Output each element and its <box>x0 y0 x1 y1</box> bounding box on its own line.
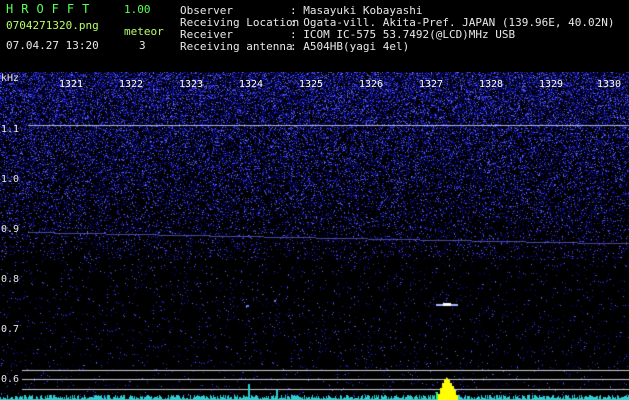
header-panel: HROFFT 1.00 0704271320.png meteor 07.04.… <box>0 0 629 72</box>
spectrogram-canvas <box>0 72 629 400</box>
info-label-antenna: Receiving antenna <box>180 40 293 53</box>
time-tick-1328: 1328 <box>479 79 504 90</box>
meteor-label: meteor <box>124 25 164 38</box>
info-value-antenna: : A504HB(yagi 4el) <box>290 40 410 53</box>
time-tick-1327: 1327 <box>419 79 444 90</box>
time-tick-1325: 1325 <box>299 79 324 90</box>
time-tick-1322: 1322 <box>119 79 144 90</box>
meteor-count: 3 <box>139 39 146 52</box>
time-tick-1329: 1329 <box>539 79 564 90</box>
filename: 0704271320.png <box>6 19 99 32</box>
time-tick-1321: 1321 <box>59 79 84 90</box>
time-tick-1323: 1323 <box>179 79 204 90</box>
app-version: 1.00 <box>124 3 151 16</box>
freq-tick-0-8: 0.8 <box>1 274 20 285</box>
time-tick-1324: 1324 <box>239 79 264 90</box>
freq-tick-0-7: 0.7 <box>1 324 20 335</box>
freq-tick-0-6: 0.6 <box>1 374 20 385</box>
time-tick-1326: 1326 <box>359 79 384 90</box>
datetime: 07.04.27 13:20 <box>6 39 99 52</box>
unit-label: kHz <box>1 73 20 84</box>
time-tick-1330: 1330 <box>597 79 622 90</box>
freq-tick-0-9: 0.9 <box>1 224 20 235</box>
freq-tick-1-0: 1.0 <box>1 174 20 185</box>
app-name: HROFFT <box>6 2 98 16</box>
freq-tick-1-1: 1.1 <box>1 124 20 135</box>
